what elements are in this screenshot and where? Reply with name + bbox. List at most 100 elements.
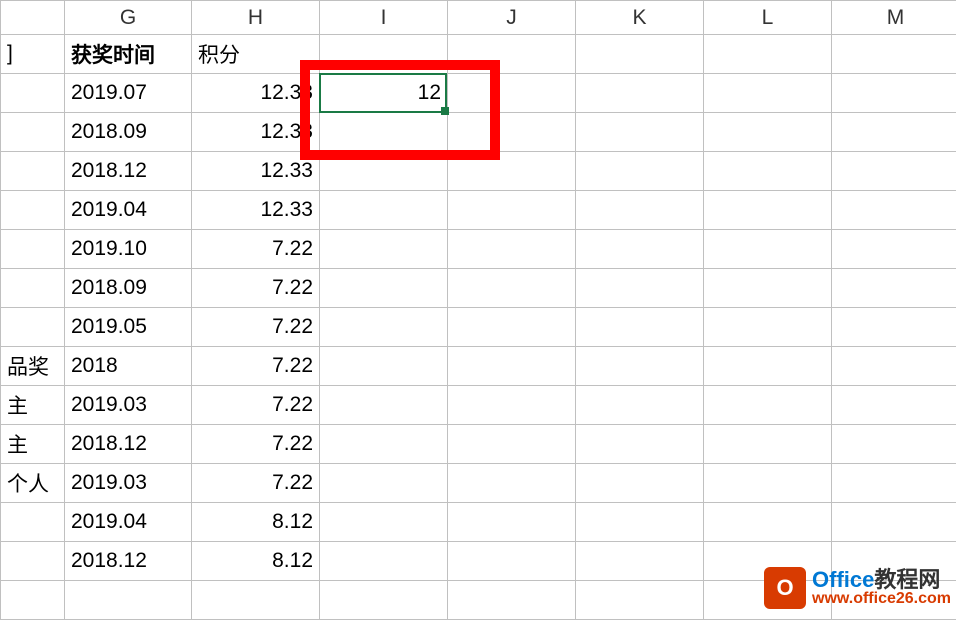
- cell[interactable]: [448, 464, 576, 503]
- cell[interactable]: [320, 152, 448, 191]
- cell[interactable]: [832, 74, 956, 113]
- cell-header-time[interactable]: 获奖时间: [65, 35, 192, 74]
- cell[interactable]: [832, 191, 956, 230]
- cell[interactable]: [704, 191, 832, 230]
- cell[interactable]: 7.22: [192, 269, 320, 308]
- cell[interactable]: [576, 35, 704, 74]
- cell[interactable]: 12.33: [192, 152, 320, 191]
- cell[interactable]: [576, 113, 704, 152]
- cell[interactable]: [320, 347, 448, 386]
- cell[interactable]: 2018.09: [65, 113, 192, 152]
- cell[interactable]: [832, 503, 956, 542]
- cell[interactable]: 2018.12: [65, 542, 192, 581]
- cell[interactable]: [832, 464, 956, 503]
- cell[interactable]: [704, 464, 832, 503]
- cell[interactable]: [704, 35, 832, 74]
- cell[interactable]: [448, 425, 576, 464]
- cell[interactable]: [448, 74, 576, 113]
- cell[interactable]: [448, 503, 576, 542]
- table-row[interactable]: 2018.09 7.22: [1, 269, 956, 308]
- cell[interactable]: [704, 425, 832, 464]
- cell[interactable]: [1, 152, 65, 191]
- cell[interactable]: 12.33: [192, 113, 320, 152]
- cell[interactable]: [320, 503, 448, 542]
- cell[interactable]: [1, 74, 65, 113]
- col-header-k[interactable]: K: [576, 1, 704, 35]
- cell[interactable]: [320, 191, 448, 230]
- table-row[interactable]: 2018.09 12.33: [1, 113, 956, 152]
- cell[interactable]: [704, 308, 832, 347]
- cell[interactable]: 主: [1, 386, 65, 425]
- cell[interactable]: [1, 191, 65, 230]
- cell[interactable]: [576, 347, 704, 386]
- cell[interactable]: [576, 269, 704, 308]
- cell[interactable]: 2019.07: [65, 74, 192, 113]
- cell[interactable]: [320, 386, 448, 425]
- table-row[interactable]: 2019.07 12.33 12: [1, 74, 956, 113]
- cell[interactable]: 12.33: [192, 74, 320, 113]
- cell[interactable]: 7.22: [192, 308, 320, 347]
- cell[interactable]: [1, 230, 65, 269]
- cell[interactable]: [832, 35, 956, 74]
- cell[interactable]: [320, 464, 448, 503]
- cell[interactable]: 2018.09: [65, 269, 192, 308]
- cell[interactable]: [704, 113, 832, 152]
- cell[interactable]: [832, 152, 956, 191]
- cell[interactable]: [320, 269, 448, 308]
- cell[interactable]: [832, 269, 956, 308]
- cell[interactable]: [832, 425, 956, 464]
- cell[interactable]: 主: [1, 425, 65, 464]
- cell[interactable]: [448, 152, 576, 191]
- cell[interactable]: [320, 308, 448, 347]
- cell[interactable]: [320, 230, 448, 269]
- col-header-i[interactable]: I: [320, 1, 448, 35]
- cell[interactable]: 8.12: [192, 503, 320, 542]
- cell[interactable]: 7.22: [192, 464, 320, 503]
- cell[interactable]: [832, 347, 956, 386]
- cell[interactable]: 7.22: [192, 386, 320, 425]
- cell-header-score[interactable]: 积分: [192, 35, 320, 74]
- cell[interactable]: [704, 152, 832, 191]
- cell[interactable]: 个人: [1, 464, 65, 503]
- corner-cell[interactable]: [1, 1, 65, 35]
- cell[interactable]: [576, 386, 704, 425]
- table-row[interactable]: 2019.05 7.22: [1, 308, 956, 347]
- cell[interactable]: [1, 503, 65, 542]
- cell[interactable]: [1, 113, 65, 152]
- cell[interactable]: 12.33: [192, 191, 320, 230]
- cell[interactable]: [704, 347, 832, 386]
- cell[interactable]: [576, 74, 704, 113]
- cell[interactable]: 2019.03: [65, 386, 192, 425]
- cell[interactable]: 品奖: [1, 347, 65, 386]
- cell[interactable]: 7.22: [192, 425, 320, 464]
- cell[interactable]: [320, 113, 448, 152]
- table-row[interactable]: 2019.04 12.33: [1, 191, 956, 230]
- cell[interactable]: [832, 308, 956, 347]
- cell[interactable]: [576, 191, 704, 230]
- cell[interactable]: 2018.12: [65, 425, 192, 464]
- cell[interactable]: 8.12: [192, 542, 320, 581]
- table-row[interactable]: 主 2019.03 7.22: [1, 386, 956, 425]
- cell[interactable]: [704, 230, 832, 269]
- cell[interactable]: [448, 386, 576, 425]
- cell[interactable]: [576, 542, 704, 581]
- cell[interactable]: [704, 269, 832, 308]
- cell[interactable]: [448, 113, 576, 152]
- table-row[interactable]: 主 2018.12 7.22: [1, 425, 956, 464]
- table-row[interactable]: 2019.10 7.22: [1, 230, 956, 269]
- col-header-l[interactable]: L: [704, 1, 832, 35]
- cell[interactable]: [832, 386, 956, 425]
- cell[interactable]: 7.22: [192, 347, 320, 386]
- col-header-j[interactable]: J: [448, 1, 576, 35]
- table-row[interactable]: 2019.04 8.12: [1, 503, 956, 542]
- cell[interactable]: [576, 425, 704, 464]
- cell[interactable]: ]: [1, 35, 65, 74]
- spreadsheet-grid[interactable]: G H I J K L M ] 获奖时间 积分 2019.07 12.33 12: [0, 0, 956, 620]
- table-row[interactable]: 2018.12 12.33: [1, 152, 956, 191]
- cell[interactable]: [832, 113, 956, 152]
- cell[interactable]: [320, 35, 448, 74]
- table-row[interactable]: ] 获奖时间 积分: [1, 35, 956, 74]
- cell[interactable]: [704, 74, 832, 113]
- table-row[interactable]: 个人 2019.03 7.22: [1, 464, 956, 503]
- cell[interactable]: 2019.10: [65, 230, 192, 269]
